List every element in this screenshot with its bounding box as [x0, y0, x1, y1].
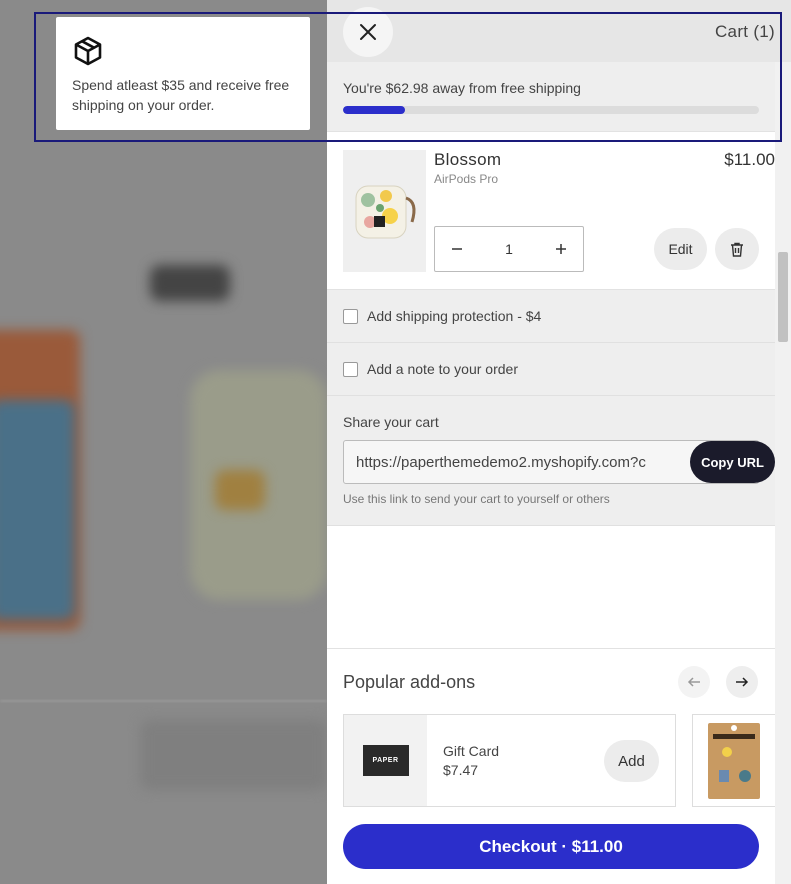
order-note-option[interactable]: Add a note to your order	[327, 343, 791, 396]
shipping-progress-fill	[343, 106, 406, 114]
scrollbar-thumb[interactable]	[778, 252, 788, 342]
addons-title: Popular add-ons	[343, 672, 476, 692]
blurred-product-detail	[215, 470, 265, 510]
order-note-label: Add a note to your order	[367, 361, 518, 377]
product-variant: AirPods Pro	[434, 172, 499, 186]
product-name[interactable]: Blossom	[434, 150, 501, 170]
trash-icon	[731, 242, 743, 257]
copy-url-button[interactable]: Copy URL	[690, 441, 775, 483]
addon-name[interactable]: Gift Card	[443, 743, 499, 759]
product-price: $11.00	[724, 150, 775, 169]
close-button[interactable]	[343, 7, 393, 57]
decrease-quantity-button[interactable]	[449, 241, 465, 257]
addon-info: Gift Card $7.47	[443, 743, 499, 778]
quantity-input[interactable]: 1	[505, 241, 513, 257]
blurred-label	[150, 265, 230, 301]
order-note-checkbox[interactable]	[343, 361, 358, 377]
addons-next-button[interactable]	[726, 666, 758, 698]
checkout-button[interactable]: Checkout · $11.00	[343, 824, 759, 869]
free-shipping-notice: Spend atleast $35 and receive free shipp…	[56, 17, 310, 130]
addon-price: $7.47	[443, 762, 479, 778]
airpods-case-image	[355, 185, 415, 239]
close-icon	[360, 24, 376, 40]
minus-icon	[452, 248, 462, 250]
cart-line-item: Blossom AirPods Pro $11.00 1 Edit	[327, 132, 791, 290]
enamel-pin-pack-image[interactable]	[707, 722, 761, 800]
package-icon	[74, 36, 102, 66]
cart-title: Cart (1)	[714, 22, 775, 41]
shipping-progress-bar	[343, 106, 759, 114]
quantity-stepper: 1	[434, 226, 584, 272]
addon-card: PAPER Gift Card $7.47 Add	[343, 714, 676, 807]
notice-text: Spend atleast $35 and receive free shipp…	[72, 77, 290, 113]
shipping-protection-option[interactable]: Add shipping protection - $4	[327, 290, 791, 343]
share-cart-section: Share your cart https://paperthemedemo2.…	[327, 396, 791, 526]
drawer-scrollbar[interactable]	[775, 62, 791, 884]
shipping-progress-section: You're $62.98 away from free shipping	[327, 62, 791, 132]
cart-drawer: Cart (1) You're $62.98 away from free sh…	[327, 0, 791, 884]
add-addon-button[interactable]: Add	[604, 740, 659, 782]
addon-card	[692, 714, 782, 807]
blurred-product-image	[0, 400, 75, 620]
addon-image[interactable]: PAPER	[344, 715, 427, 806]
edit-item-button[interactable]: Edit	[654, 228, 707, 270]
blurred-divider	[0, 700, 327, 702]
shipping-message: You're $62.98 away from free shipping	[343, 80, 581, 96]
shipping-protection-checkbox[interactable]	[343, 308, 358, 324]
blurred-product-image	[140, 720, 327, 790]
increase-quantity-button[interactable]	[553, 241, 569, 257]
addons-prev-button[interactable]	[678, 666, 710, 698]
arrow-right-icon	[736, 677, 749, 687]
plus-icon	[555, 244, 566, 254]
storefront-background	[0, 0, 327, 884]
product-image[interactable]	[343, 150, 426, 272]
cart-header: Cart (1)	[327, 0, 791, 62]
arrow-left-icon	[687, 677, 700, 687]
share-cart-title: Share your cart	[343, 414, 439, 430]
shipping-protection-label: Add shipping protection - $4	[367, 308, 542, 324]
paper-logo: PAPER	[362, 745, 409, 776]
share-help-text: Use this link to send your cart to yours…	[343, 492, 610, 506]
remove-item-button[interactable]	[715, 228, 759, 270]
popular-addons-section: Popular add-ons PAPER Gift Card $7.47 Ad…	[327, 648, 791, 884]
